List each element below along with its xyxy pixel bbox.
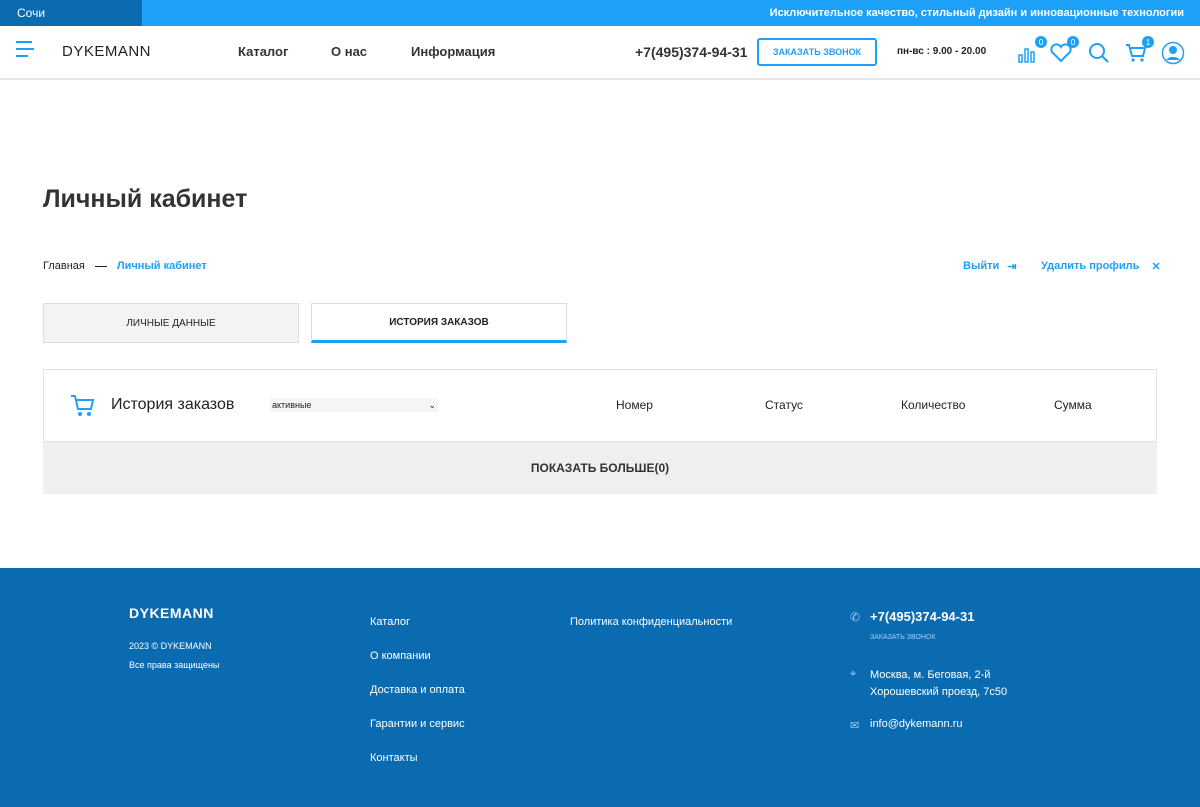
nav-catalog[interactable]: Каталог xyxy=(238,44,288,59)
top-bar: Сочи Исключительное качество, стильный д… xyxy=(0,0,1200,26)
breadcrumb-separator xyxy=(94,265,107,267)
footer-link-about[interactable]: О компании xyxy=(370,650,431,662)
nav-about[interactable]: О нас xyxy=(331,44,367,59)
orders-title: История заказов xyxy=(111,396,235,413)
location-icon: ⌖ xyxy=(850,668,857,680)
nav-info[interactable]: Информация xyxy=(411,44,495,59)
page-title: Личный кабинет xyxy=(43,185,248,213)
column-sum: Сумма xyxy=(1054,398,1092,412)
delete-profile-label: Удалить профиль xyxy=(1041,260,1140,272)
logo[interactable]: DYKEMANN xyxy=(62,43,151,60)
copyright: 2023 © DYKEMANN xyxy=(129,641,212,651)
footer-logo[interactable]: DYKEMANN xyxy=(129,605,214,621)
menu-icon[interactable] xyxy=(16,41,34,57)
search-icon[interactable] xyxy=(1088,42,1110,64)
tab-order-history[interactable]: ИСТОРИЯ ЗАКАЗОВ xyxy=(311,303,567,343)
orders-panel: История заказов активные ⌄ Номер Статус К… xyxy=(43,369,1157,442)
column-number: Номер xyxy=(616,398,653,412)
chevron-down-icon: ⌄ xyxy=(428,399,436,410)
delete-profile-link[interactable]: Удалить профиль ✕ xyxy=(1041,260,1161,273)
call-button[interactable]: ЗАКАЗАТЬ ЗВОНОК xyxy=(757,38,877,66)
cart-icon[interactable]: 1 xyxy=(1125,36,1154,65)
slogan: Исключительное качество, стильный дизайн… xyxy=(769,7,1184,19)
column-quantity: Количество xyxy=(901,398,966,412)
column-status: Статус xyxy=(765,398,803,412)
breadcrumb: Главная Личный кабинет xyxy=(43,260,207,272)
cart-icon xyxy=(71,395,95,416)
favorites-icon[interactable]: 0 xyxy=(1050,36,1079,65)
header: DYKEMANN Каталог О нас Информация +7(495… xyxy=(0,26,1200,80)
footer: DYKEMANN 2023 © DYKEMANN Все права защищ… xyxy=(0,568,1200,807)
footer-phone[interactable]: +7(495)374-94-31 xyxy=(870,609,974,624)
order-filter-select[interactable]: активные ⌄ xyxy=(270,398,438,412)
compare-badge: 0 xyxy=(1035,36,1047,48)
footer-link-privacy[interactable]: Политика конфиденциальности xyxy=(570,616,732,628)
footer-call-link[interactable]: ЗАКАЗАТЬ ЗВОНОК xyxy=(870,634,935,641)
hours: пн-вс : 9.00 - 20.00 xyxy=(897,46,987,57)
footer-address: Москва, м. Беговая, 2-й Хорошевский прое… xyxy=(870,669,1008,698)
footer-link-warranty[interactable]: Гарантии и сервис xyxy=(370,718,465,730)
footer-link-contacts[interactable]: Контакты xyxy=(370,752,418,764)
logout-icon: ⇥ xyxy=(1007,261,1017,273)
mail-icon: ✉ xyxy=(850,720,860,732)
city-selector[interactable]: Сочи xyxy=(0,0,142,26)
footer-email[interactable]: info@dykemann.ru xyxy=(870,718,963,730)
footer-link-catalog[interactable]: Каталог xyxy=(370,616,410,628)
cart-badge: 1 xyxy=(1142,36,1154,48)
compare-icon[interactable]: 0 xyxy=(1018,36,1047,65)
footer-link-delivery[interactable]: Доставка и оплата xyxy=(370,684,465,696)
rights: Все права защищены xyxy=(129,660,220,670)
breadcrumb-current: Личный кабинет xyxy=(116,260,207,272)
close-icon: ✕ xyxy=(1151,261,1161,273)
show-more-button[interactable]: ПОКАЗАТЬ БОЛЬШЕ(0) xyxy=(43,442,1157,494)
logout-label: Выйти xyxy=(963,260,1000,272)
favorites-badge: 0 xyxy=(1067,36,1079,48)
header-phone[interactable]: +7(495)374-94-31 xyxy=(635,44,747,60)
logout-link[interactable]: Выйти ⇥ xyxy=(963,260,1016,273)
user-icon[interactable] xyxy=(1161,41,1185,65)
tab-personal-data[interactable]: ЛИЧНЫЕ ДАННЫЕ xyxy=(43,303,299,343)
order-filter-value: активные xyxy=(272,400,312,410)
phone-icon: ✆ xyxy=(850,610,861,624)
breadcrumb-home[interactable]: Главная xyxy=(43,260,85,272)
